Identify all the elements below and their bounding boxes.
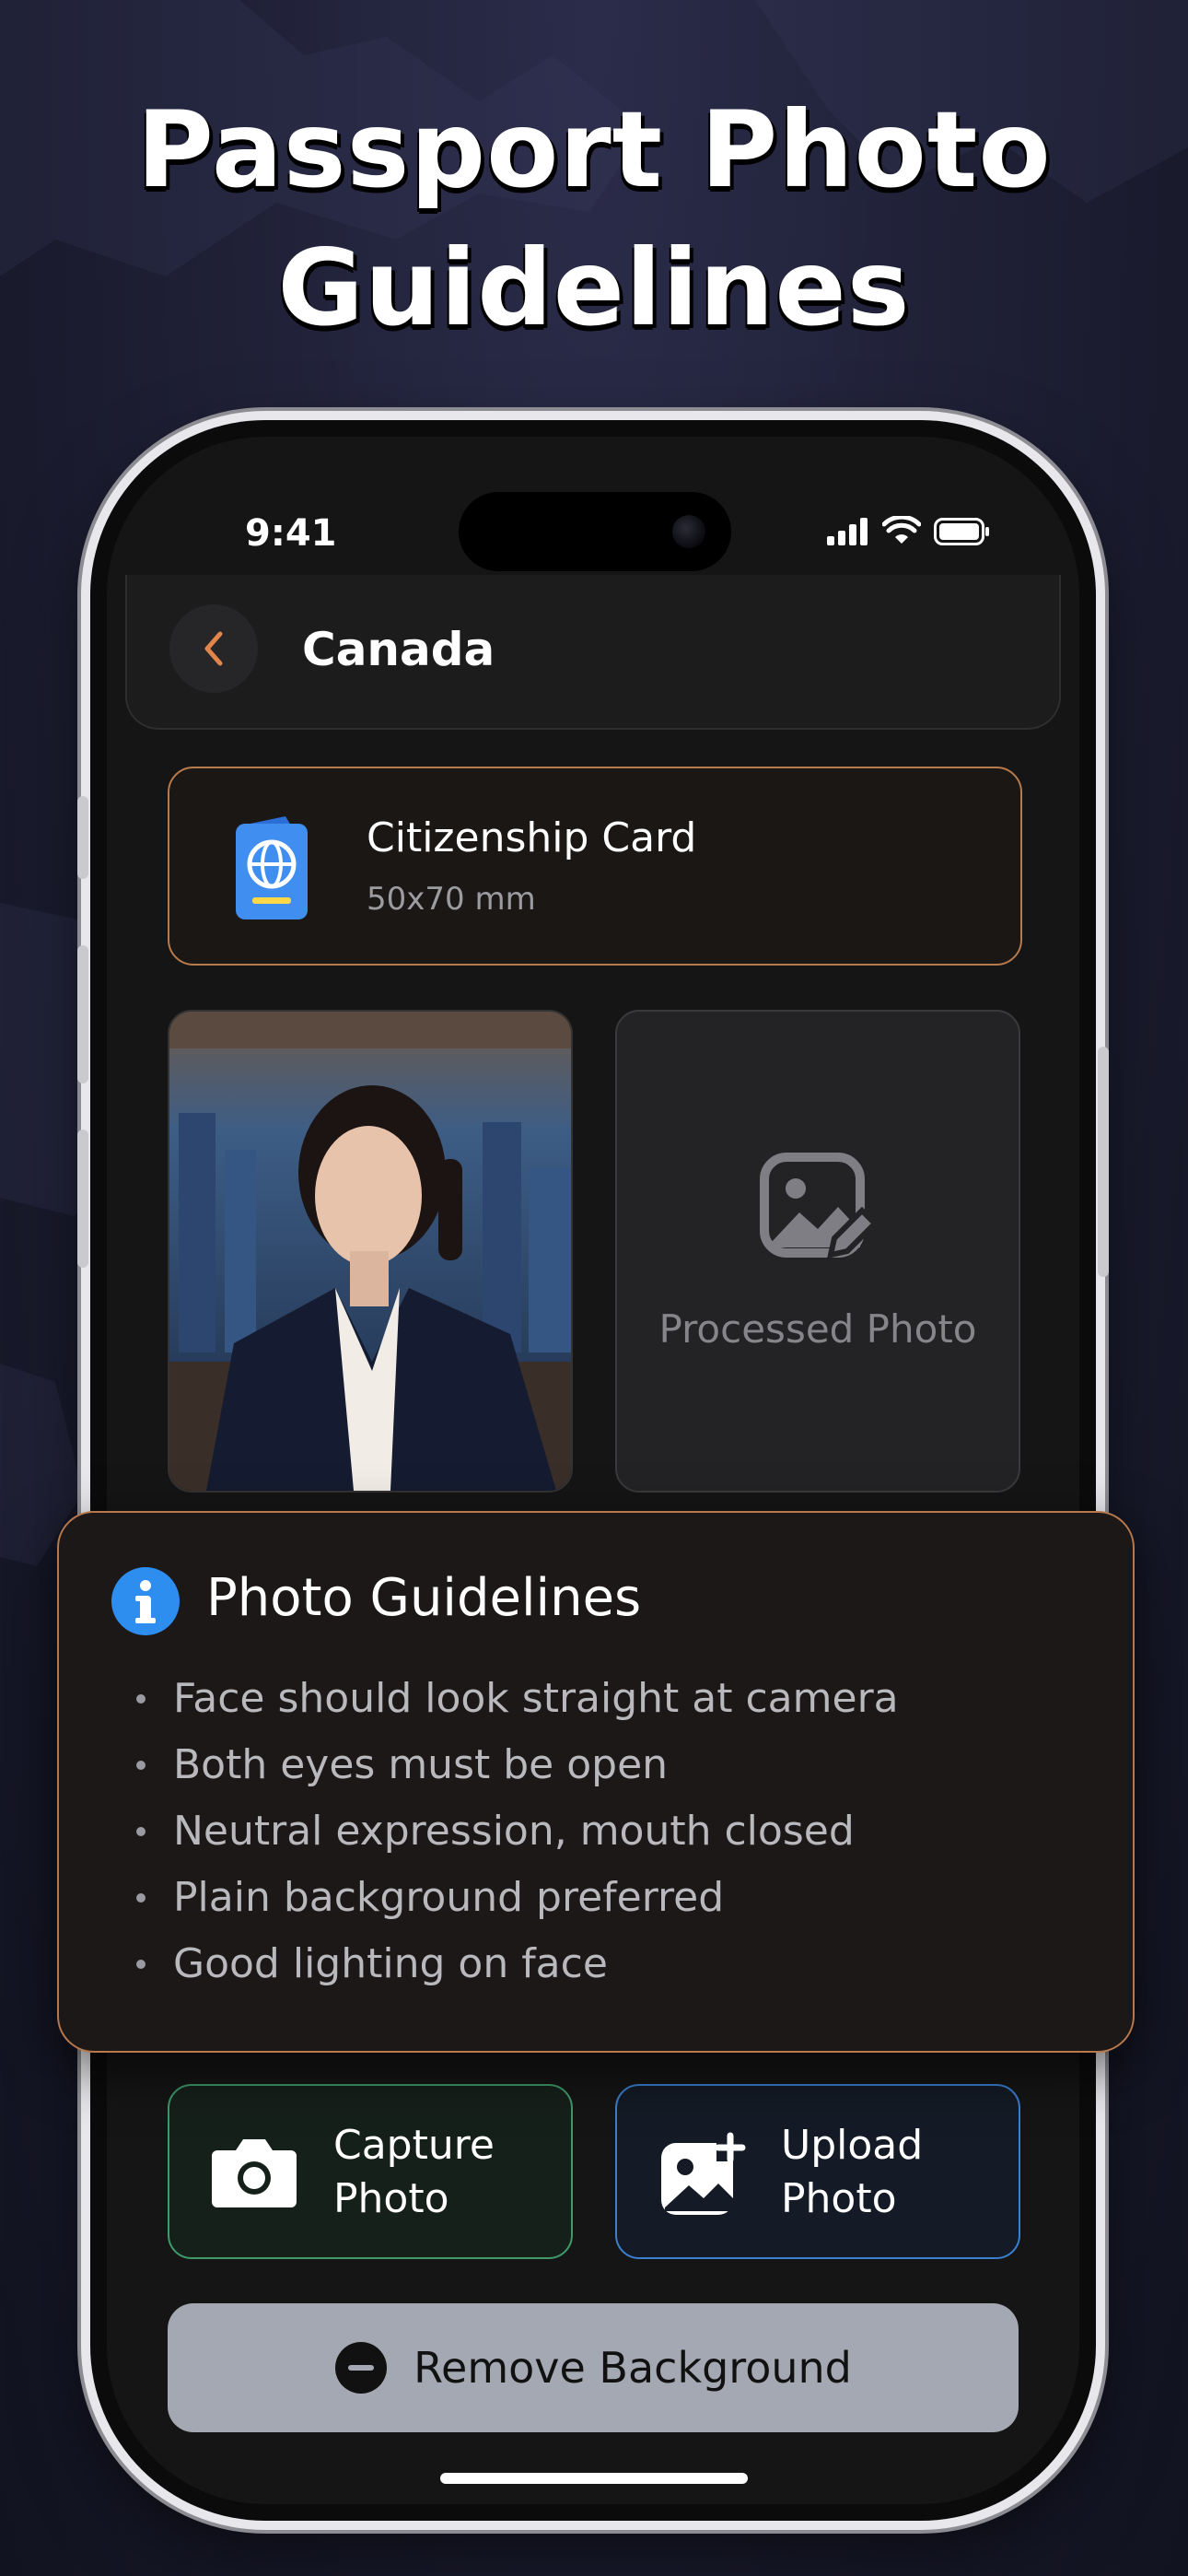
capture-label-line-2: Photo xyxy=(333,2175,449,2222)
capture-label-line-1: Capture xyxy=(333,2122,495,2169)
list-item: Good lighting on face xyxy=(136,1931,899,1997)
upload-label-line-2: Photo xyxy=(781,2175,897,2222)
headline-line-1: Passport Photo xyxy=(136,88,1052,211)
guidelines-list: Face should look straight at camera Both… xyxy=(136,1666,899,1997)
processed-photo-label: Processed Photo xyxy=(658,1306,977,1352)
document-size: 50x70 mm xyxy=(367,881,536,918)
image-edit-icon xyxy=(760,1153,877,1259)
camera-lens-icon xyxy=(672,515,705,548)
page-headline: Passport Photo Guidelines xyxy=(0,81,1188,357)
bullet-icon xyxy=(136,1694,146,1704)
remove-background-button[interactable]: Remove Background xyxy=(168,2303,1019,2432)
side-button xyxy=(77,796,88,879)
guideline-text: Good lighting on face xyxy=(173,1940,608,1987)
upload-photo-label: Upload Photo xyxy=(781,2119,1002,2226)
dynamic-island xyxy=(459,492,731,571)
bullet-icon xyxy=(136,1893,146,1903)
home-indicator[interactable] xyxy=(440,2473,748,2484)
original-photo[interactable] xyxy=(168,1010,573,1493)
capture-photo-button[interactable]: Capture Photo xyxy=(168,2084,573,2259)
document-type-card[interactable]: Citizenship Card 50x70 mm xyxy=(168,767,1022,966)
wifi-icon xyxy=(882,516,921,544)
upload-photo-button[interactable]: Upload Photo xyxy=(615,2084,1020,2259)
app-header: Canada xyxy=(125,575,1061,730)
info-icon xyxy=(111,1567,180,1635)
guideline-text: Plain background preferred xyxy=(173,1874,725,1921)
capture-photo-label: Capture Photo xyxy=(333,2119,554,2226)
battery-icon xyxy=(934,518,989,545)
list-item: Neutral expression, mouth closed xyxy=(136,1798,899,1865)
power-button xyxy=(1098,1047,1109,1277)
guideline-text: Both eyes must be open xyxy=(173,1741,669,1788)
status-icons xyxy=(827,516,991,545)
image-add-icon xyxy=(661,2132,746,2215)
guideline-text: Neutral expression, mouth closed xyxy=(173,1808,855,1855)
upload-label-line-1: Upload xyxy=(781,2122,924,2169)
bullet-icon xyxy=(136,1761,146,1770)
page-title: Canada xyxy=(302,623,495,676)
list-item: Both eyes must be open xyxy=(136,1732,899,1798)
list-item: Face should look straight at camera xyxy=(136,1666,899,1732)
guideline-text: Face should look straight at camera xyxy=(173,1675,899,1722)
guidelines-title: Photo Guidelines xyxy=(206,1568,642,1628)
processed-photo-placeholder: Processed Photo xyxy=(615,1010,1020,1493)
app-screen: 9:41 Canada Citizenship Card 50x70 mm Pr… xyxy=(107,437,1079,2504)
document-title: Citizenship Card xyxy=(367,814,697,861)
portrait-image xyxy=(169,1012,571,1491)
minus-circle-icon xyxy=(335,2342,388,2394)
passport-icon xyxy=(236,816,308,919)
status-time: 9:41 xyxy=(245,512,337,555)
chevron-left-icon xyxy=(204,631,223,666)
photo-guidelines-card: Photo Guidelines Face should look straig… xyxy=(57,1511,1135,2053)
volume-up-button xyxy=(77,945,88,1083)
list-item: Plain background preferred xyxy=(136,1865,899,1931)
headline-line-2: Guidelines xyxy=(277,227,911,349)
bullet-icon xyxy=(136,1827,146,1836)
phone-frame: 9:41 Canada Citizenship Card 50x70 mm Pr… xyxy=(77,420,1109,2521)
remove-background-label: Remove Background xyxy=(413,2343,852,2393)
bullet-icon xyxy=(136,1960,146,1969)
camera-icon xyxy=(212,2139,297,2207)
volume-down-button xyxy=(77,1130,88,1268)
signal-icon xyxy=(827,518,868,545)
back-button[interactable] xyxy=(169,604,258,693)
